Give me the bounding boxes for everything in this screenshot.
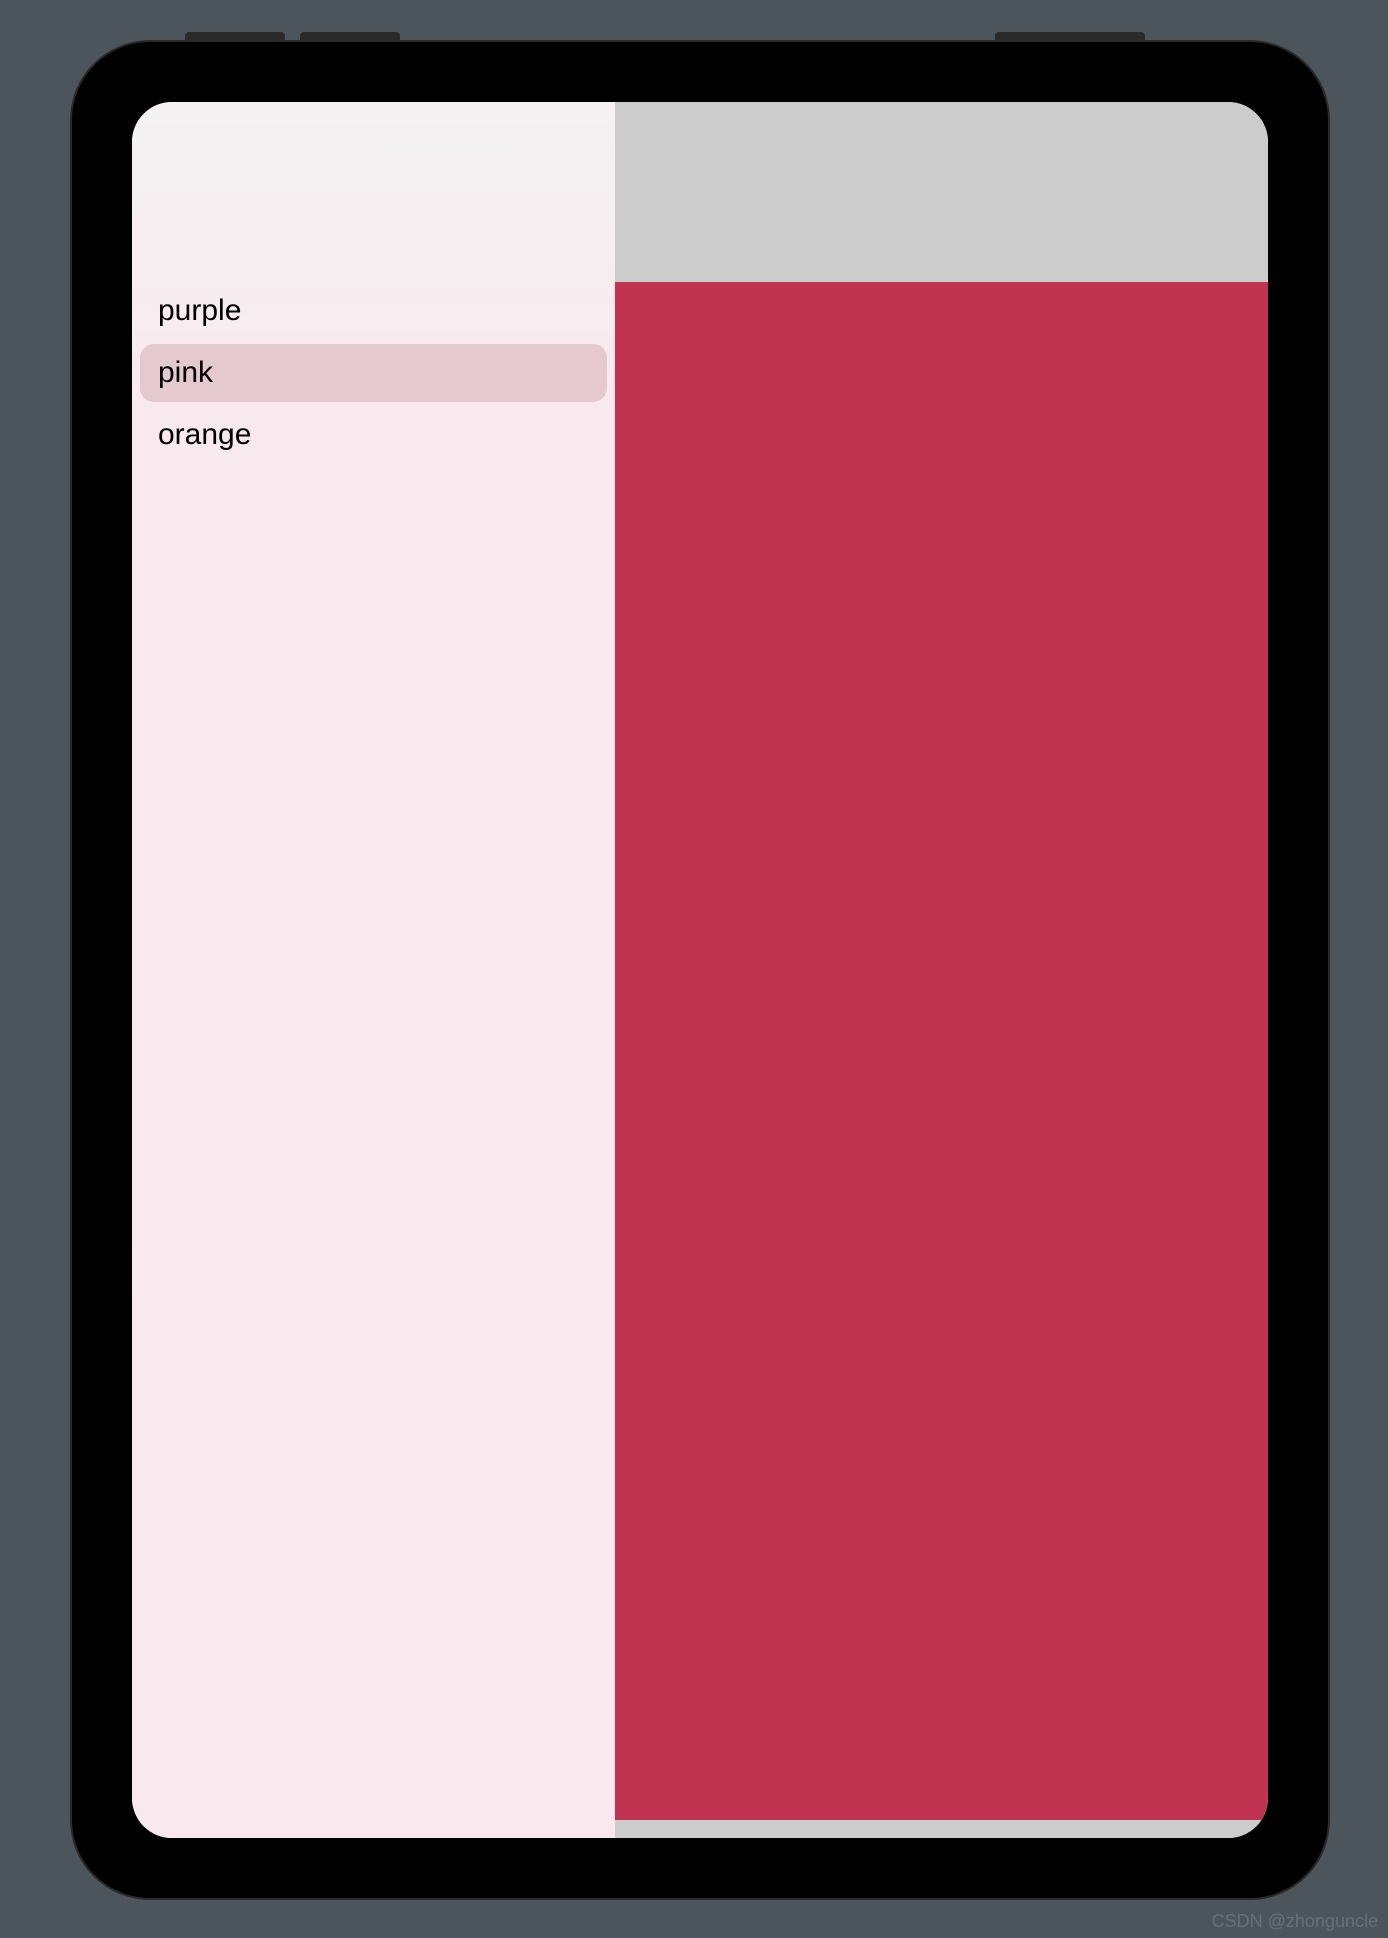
ipad-frame: purple pink orange [70, 40, 1330, 1900]
detail-header [615, 102, 1268, 282]
sidebar-item-label: orange [158, 418, 251, 451]
detail-pane [615, 102, 1268, 1838]
sidebar: purple pink orange [132, 102, 615, 1838]
sidebar-item-label: pink [158, 356, 213, 389]
sidebar-item-orange[interactable]: orange [140, 406, 607, 464]
sidebar-item-purple[interactable]: purple [140, 282, 607, 340]
device-volume-up-button [185, 32, 285, 40]
sidebar-item-pink[interactable]: pink [140, 344, 607, 402]
detail-home-indicator-area [615, 1820, 1268, 1838]
device-power-button [995, 32, 1145, 40]
detail-color-view [615, 282, 1268, 1820]
sidebar-list: purple pink orange [132, 282, 615, 468]
device-volume-down-button [300, 32, 400, 40]
sidebar-item-label: purple [158, 294, 241, 327]
watermark-text: CSDN @zhonguncle [1212, 1911, 1378, 1932]
screen: purple pink orange [132, 102, 1268, 1838]
sidebar-header [132, 102, 615, 282]
